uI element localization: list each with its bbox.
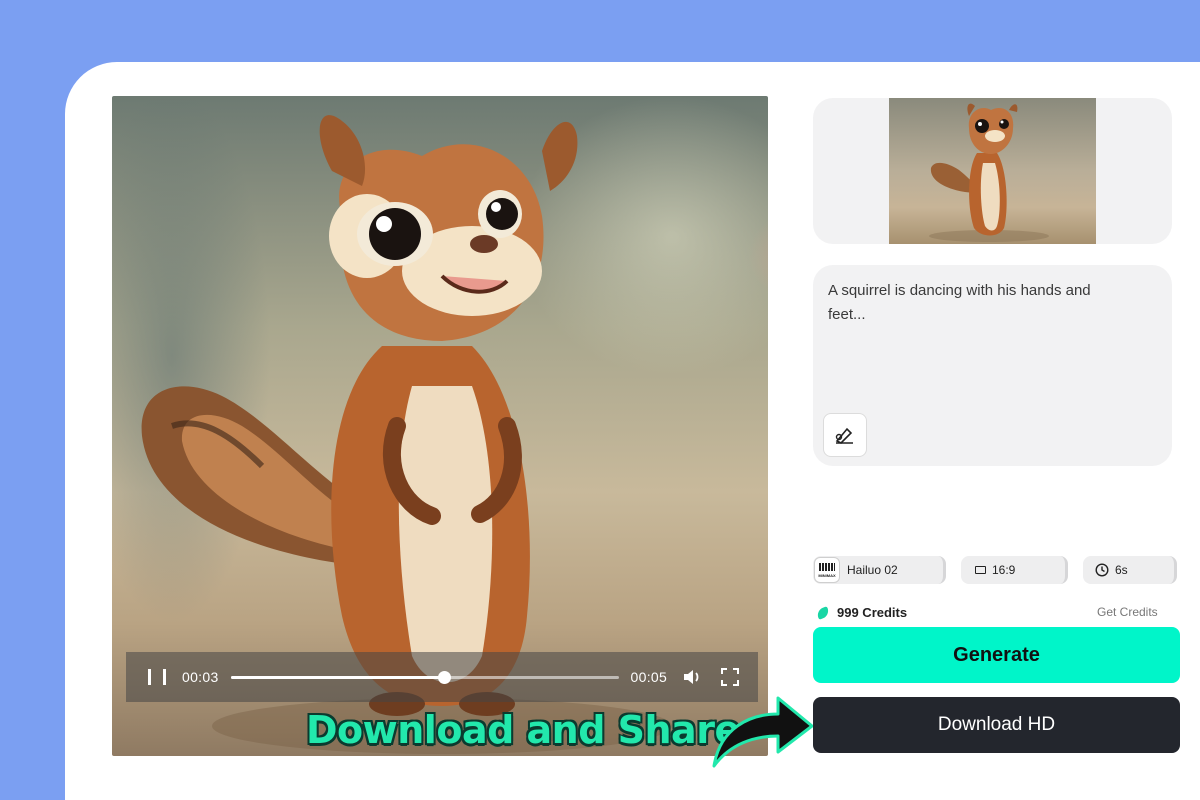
credits-label: 999 Credits — [837, 605, 908, 620]
download-hd-button[interactable]: Download HD — [813, 697, 1180, 753]
prompt-input-card[interactable]: A squirrel is dancing with his hands and… — [813, 265, 1172, 466]
reference-image-thumbnail — [889, 98, 1096, 244]
aspect-ratio-label: 16:9 — [992, 563, 1016, 577]
video-controls: 00:03 00:05 — [126, 652, 758, 702]
video-player[interactable]: 00:03 00:05 — [112, 96, 768, 756]
reference-image-card[interactable] — [813, 98, 1172, 244]
clock-icon — [1095, 563, 1109, 577]
minimax-logo: MINIMAX — [814, 557, 840, 583]
fullscreen-icon[interactable] — [721, 668, 740, 686]
seek-progress — [230, 675, 444, 679]
curved-arrow-icon — [712, 696, 814, 768]
model-label: Hailuo 02 — [847, 563, 898, 577]
current-time: 00:03 — [182, 669, 219, 685]
volume-icon[interactable] — [683, 668, 703, 686]
aspect-ratio-selector[interactable]: 16:9 — [961, 556, 1068, 584]
model-selector[interactable]: MINIMAX Hailuo 02 — [813, 556, 946, 584]
seek-bar[interactable] — [230, 670, 619, 684]
pause-icon[interactable] — [148, 669, 166, 685]
duration-label: 6s — [1115, 563, 1128, 577]
edit-prompt-button[interactable] — [823, 413, 867, 457]
seek-handle[interactable] — [437, 670, 451, 684]
edit-prompt-icon — [835, 427, 853, 444]
credits-gem-icon — [815, 605, 831, 620]
download-share-caption: Download and Share — [306, 708, 740, 752]
aspect-ratio-icon — [975, 566, 986, 574]
duration: 00:05 — [630, 669, 668, 685]
get-credits-link[interactable]: Get Credits — [1097, 605, 1158, 619]
duration-selector[interactable]: 6s — [1083, 556, 1177, 584]
generate-button[interactable]: Generate — [813, 627, 1180, 683]
credits-balance: 999 Credits — [815, 605, 908, 620]
prompt-text[interactable]: A squirrel is dancing with his hands and… — [828, 279, 1128, 327]
